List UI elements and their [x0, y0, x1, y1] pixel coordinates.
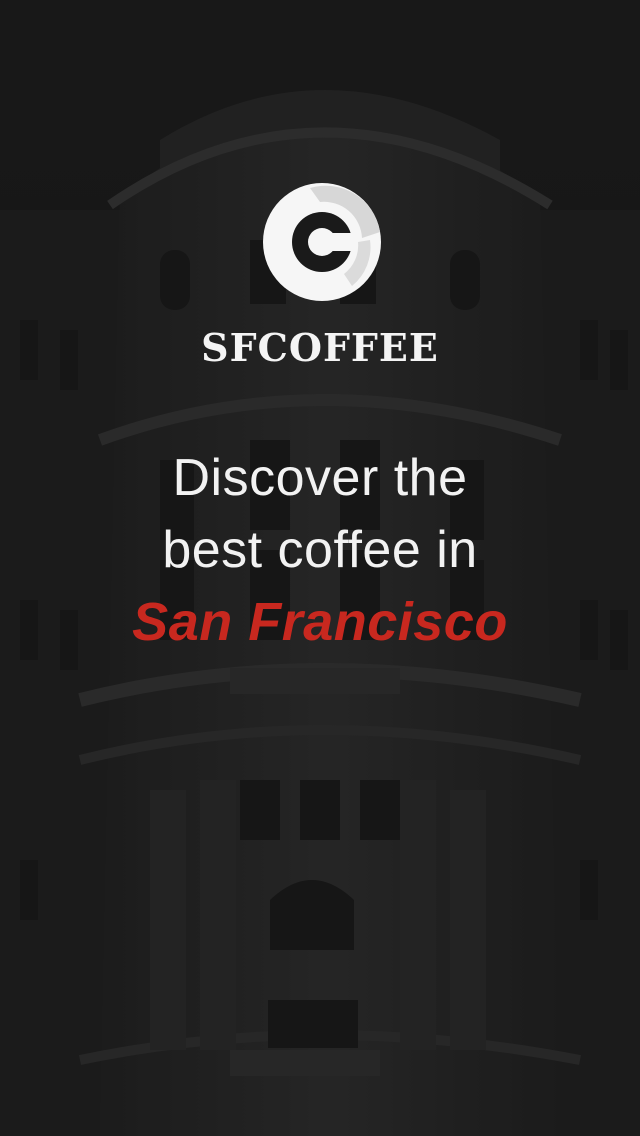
tagline-line-2: best coffee in — [162, 521, 478, 579]
tagline-city: San Francisco — [132, 592, 508, 652]
tagline: Discover the best coffee in San Francisc… — [0, 442, 640, 658]
tagline-line-1: Discover the — [172, 449, 468, 507]
splash-screen: SFCOFFEE Discover the best coffee in San… — [0, 0, 640, 1136]
brand-name: SFCOFFEE — [201, 325, 439, 370]
coffee-c-logo-icon — [263, 183, 381, 301]
